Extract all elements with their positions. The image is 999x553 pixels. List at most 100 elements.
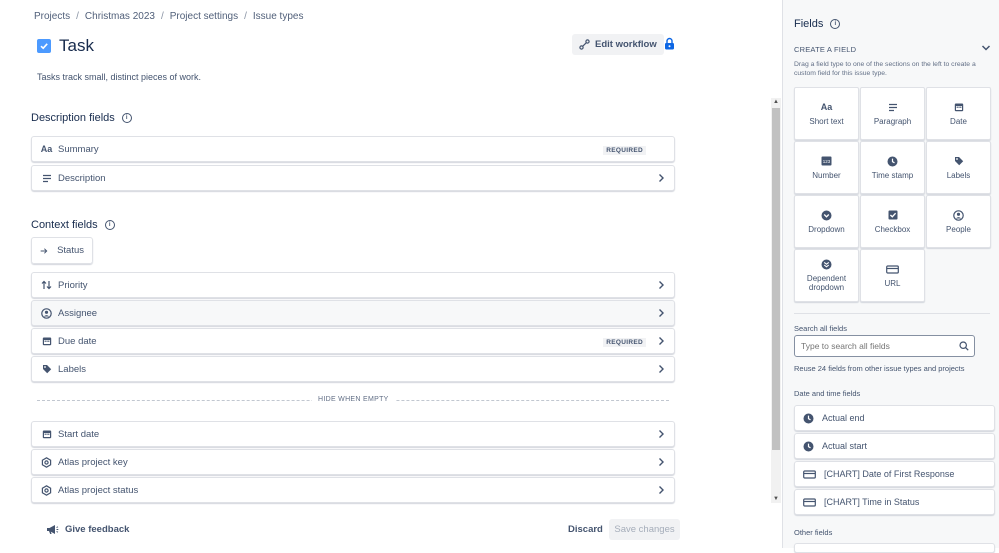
- existing-field-time-in-status[interactable]: [CHART] Time in Status: [794, 489, 995, 515]
- info-icon[interactable]: i: [121, 113, 132, 123]
- breadcrumb-settings[interactable]: Project settings: [170, 11, 238, 22]
- hide-when-empty-label: HIDE WHEN EMPTY: [312, 396, 395, 403]
- main-panel: Projects / Christmas 2023 / Project sett…: [0, 0, 782, 548]
- field-label: Status: [57, 245, 84, 256]
- search-fields-input[interactable]: [801, 341, 951, 351]
- breadcrumb-projects[interactable]: Projects: [34, 11, 70, 22]
- field-label: Assignee: [58, 307, 98, 319]
- page-title[interactable]: Task: [59, 36, 94, 56]
- existing-field-actual-end[interactable]: Actual end: [794, 405, 995, 431]
- field-due-date[interactable]: Due date REQUIRED: [31, 328, 675, 354]
- number-icon: 123: [821, 156, 832, 167]
- existing-field-date-first-response[interactable]: [CHART] Date of First Response: [794, 461, 995, 487]
- existing-field-label: [CHART] Date of First Response: [824, 469, 955, 479]
- info-icon[interactable]: i: [830, 19, 841, 29]
- dropdown-icon: [821, 210, 832, 221]
- field-label: Labels: [58, 363, 86, 375]
- priority-icon: [40, 280, 53, 290]
- scroll-down-arrow[interactable]: ▼: [773, 496, 779, 502]
- existing-field-partial[interactable]: [794, 543, 995, 553]
- lock-icon[interactable]: [664, 37, 675, 55]
- field-type-label: Date: [950, 116, 967, 126]
- info-icon[interactable]: i: [104, 220, 115, 230]
- field-status[interactable]: Status: [31, 237, 93, 264]
- fields-sidebar: Fields i CREATE A FIELD Drag a field typ…: [782, 0, 999, 553]
- field-priority[interactable]: Priority: [31, 272, 675, 298]
- field-summary[interactable]: Aa Summary REQUIRED: [31, 136, 675, 162]
- chevron-right-icon: [659, 337, 664, 345]
- field-label: Summary: [58, 143, 99, 155]
- field-atlas-project-key[interactable]: Atlas project key: [31, 449, 675, 475]
- url-icon: [886, 264, 899, 275]
- megaphone-icon: [47, 525, 59, 534]
- field-label: Atlas project status: [58, 484, 139, 496]
- create-field-heading[interactable]: CREATE A FIELD: [794, 45, 856, 54]
- chevron-right-icon: [659, 309, 664, 317]
- chevron-right-icon: [659, 486, 664, 494]
- issue-type-description[interactable]: Tasks track small, distinct pieces of wo…: [37, 72, 201, 82]
- chevron-right-icon: [659, 458, 664, 466]
- field-start-date[interactable]: Start date: [31, 421, 675, 447]
- field-labels[interactable]: Labels: [31, 356, 675, 382]
- field-type-short-text[interactable]: Aa Short text: [794, 87, 859, 140]
- field-atlas-project-status[interactable]: Atlas project status: [31, 477, 675, 503]
- title-row: Task: [37, 36, 94, 56]
- field-type-date[interactable]: Date: [926, 87, 991, 140]
- paragraph-icon: [40, 174, 53, 183]
- field-type-url[interactable]: URL: [860, 249, 925, 302]
- field-type-labels[interactable]: Labels: [926, 141, 991, 194]
- search-fields-box: [794, 335, 975, 357]
- give-feedback-label: Give feedback: [65, 524, 130, 535]
- breadcrumb-project[interactable]: Christmas 2023: [85, 11, 155, 22]
- discard-button[interactable]: Discard: [568, 524, 603, 535]
- other-fields-group-label: Other fields: [794, 528, 833, 537]
- url-icon: [803, 469, 816, 479]
- clock-icon: [887, 156, 898, 167]
- field-type-number[interactable]: 123 Number: [794, 141, 859, 194]
- arrow-right-icon: [40, 247, 48, 254]
- person-icon: [40, 307, 53, 319]
- field-type-label: Number: [812, 170, 841, 180]
- field-type-people[interactable]: People: [926, 195, 991, 248]
- svg-text:123: 123: [823, 159, 831, 164]
- existing-field-actual-start[interactable]: Actual start: [794, 433, 995, 459]
- field-type-label: Short text: [809, 116, 844, 126]
- field-assignee[interactable]: Assignee: [31, 300, 675, 326]
- scroll-up-arrow[interactable]: ▲: [773, 99, 779, 105]
- field-type-paragraph[interactable]: Paragraph: [860, 87, 925, 140]
- field-type-label: Time stamp: [871, 170, 914, 180]
- atlas-icon: [40, 484, 53, 496]
- tag-icon: [40, 364, 53, 374]
- url-icon: [803, 497, 816, 507]
- chevron-right-icon: [659, 174, 664, 182]
- clock-icon: [803, 441, 814, 451]
- breadcrumb-issue-types[interactable]: Issue types: [253, 11, 304, 22]
- breadcrumb-separator: /: [160, 11, 164, 22]
- main-scrollbar[interactable]: ▲ ▼: [771, 98, 781, 503]
- edit-workflow-button[interactable]: Edit workflow: [572, 34, 664, 55]
- save-changes-button[interactable]: Save changes: [609, 519, 680, 540]
- chevron-down-icon[interactable]: [981, 44, 991, 52]
- tag-icon: [954, 156, 964, 167]
- required-badge: REQUIRED: [603, 146, 646, 155]
- existing-field-label: Actual start: [822, 441, 868, 451]
- search-icon[interactable]: [959, 341, 969, 351]
- create-field-hint: Drag a field type to one of the sections…: [794, 61, 976, 77]
- field-description[interactable]: Description: [31, 165, 675, 191]
- field-type-label: People: [946, 224, 971, 234]
- context-fields-heading: Context fields i: [31, 219, 115, 231]
- clock-icon: [803, 413, 814, 423]
- field-label: Priority: [58, 279, 88, 291]
- chevron-right-icon: [659, 430, 664, 438]
- field-type-time-stamp[interactable]: Time stamp: [860, 141, 925, 194]
- scrollbar-thumb[interactable]: [772, 108, 780, 450]
- calendar-icon: [954, 102, 964, 113]
- date-time-group-label: Date and time fields: [794, 389, 861, 398]
- atlas-icon: [40, 456, 53, 468]
- field-type-dropdown[interactable]: Dropdown: [794, 195, 859, 248]
- fields-sidebar-title: Fields: [794, 18, 824, 30]
- field-type-checkbox[interactable]: Checkbox: [860, 195, 925, 248]
- calendar-icon: [40, 429, 53, 439]
- give-feedback-button[interactable]: Give feedback: [46, 524, 129, 535]
- field-type-dependent-dropdown[interactable]: Dependent dropdown: [794, 249, 859, 302]
